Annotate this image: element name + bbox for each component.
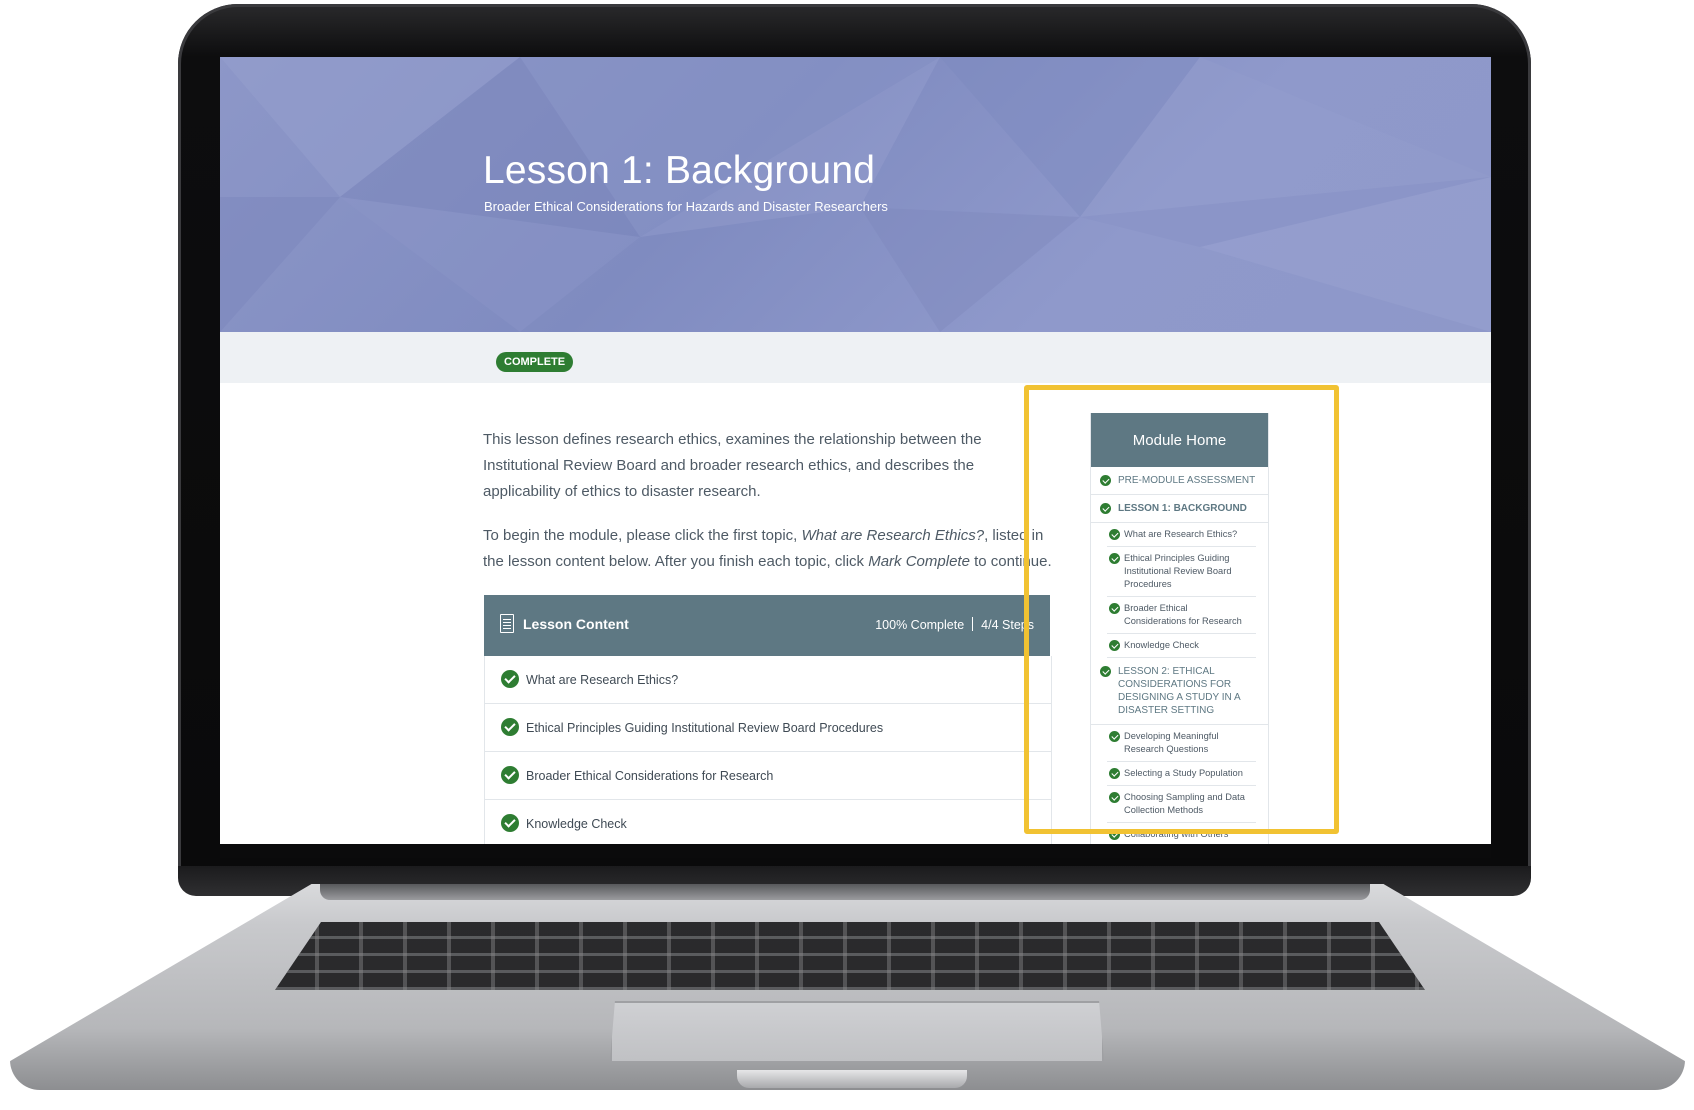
lesson-topic-row[interactable]: Ethical Principles Guiding Institutional…	[485, 704, 1051, 752]
status-strip	[220, 332, 1491, 383]
sidebar-highlight-frame	[1024, 385, 1339, 834]
progress-separator	[972, 617, 974, 631]
intro-paragraph-1: This lesson defines research ethics, exa…	[483, 431, 982, 500]
page-title: Lesson 1: Background	[483, 149, 876, 192]
intro-text: To begin the module, please click the fi…	[483, 527, 802, 544]
lesson-topic-row[interactable]: Broader Ethical Considerations for Resea…	[485, 752, 1051, 800]
page-subtitle: Broader Ethical Considerations for Hazar…	[484, 199, 888, 214]
check-circle-icon	[501, 718, 519, 736]
check-circle-icon	[501, 814, 519, 832]
status-badge: COMPLETE	[496, 352, 574, 372]
lesson-content-header: Lesson Content 100% Complete 4/4 Steps	[484, 595, 1050, 656]
lesson-topic-row[interactable]: What are Research Ethics?	[485, 656, 1051, 704]
intro-action-reference: Mark Complete	[868, 553, 970, 570]
screen-bottom-bezel	[220, 844, 1491, 858]
lesson-content-title: Lesson Content	[523, 616, 629, 632]
lesson-topic-link[interactable]: Broader Ethical Considerations for Resea…	[526, 769, 773, 783]
laptop-trackpad	[610, 1001, 1104, 1061]
lesson-topic-link[interactable]: What are Research Ethics?	[526, 673, 678, 687]
laptop-keyboard-rows	[275, 922, 1425, 990]
check-circle-icon	[501, 670, 519, 688]
intro-topic-reference: What are Research Ethics?	[801, 527, 985, 544]
lesson-intro: This lesson defines research ethics, exa…	[483, 427, 1053, 593]
lesson-topic-row[interactable]: Knowledge Check	[485, 800, 1051, 848]
intro-paragraph-2: To begin the module, please click the fi…	[483, 523, 1053, 575]
progress-percent: 100% Complete	[875, 618, 965, 632]
hero-background-pattern	[220, 57, 1491, 332]
check-circle-icon	[501, 766, 519, 784]
laptop-front-notch	[737, 1070, 967, 1088]
lesson-topic-link[interactable]: Ethical Principles Guiding Institutional…	[526, 721, 883, 735]
lesson-progress: 100% Complete 4/4 Steps	[875, 617, 1034, 632]
laptop-hinge	[320, 884, 1370, 900]
hero-banner: Lesson 1: Background Broader Ethical Con…	[220, 57, 1491, 332]
document-icon	[500, 614, 514, 633]
lesson-content-list: What are Research Ethics? Ethical Princi…	[484, 656, 1052, 848]
lesson-topic-link[interactable]: Knowledge Check	[526, 817, 627, 831]
